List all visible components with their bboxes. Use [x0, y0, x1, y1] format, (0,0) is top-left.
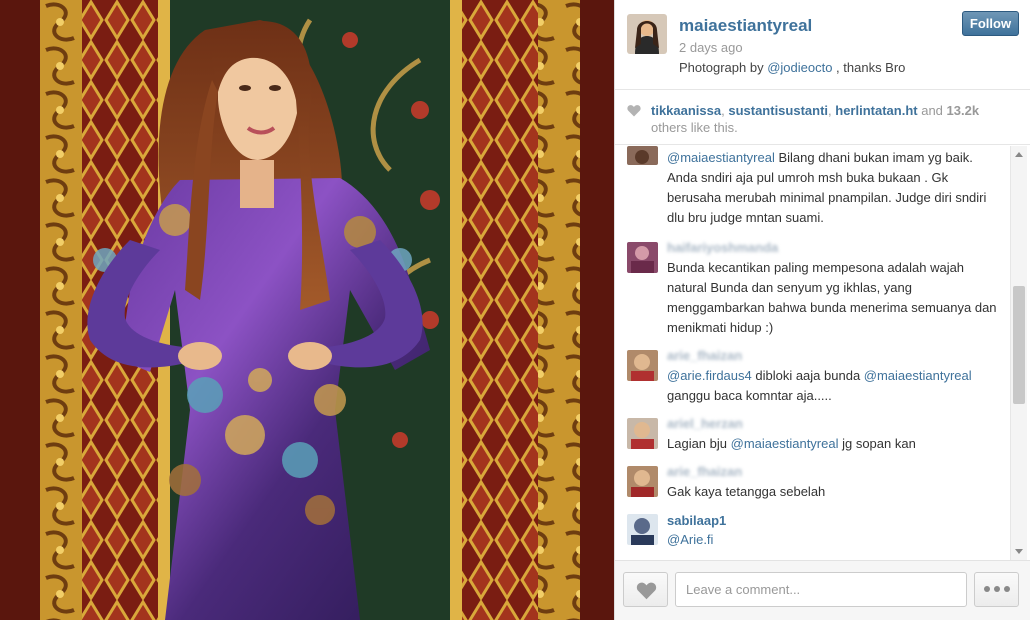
like-button[interactable] — [623, 572, 668, 607]
comment-body: ganggu baca komntar aja..... — [667, 388, 832, 403]
comment-text: Gak kaya tetangga sebelah — [667, 484, 826, 499]
post-timestamp[interactable]: 2 days ago — [679, 40, 743, 55]
post-side-panel: maiaestiantyreal 2 days ago Photograph b… — [614, 0, 1030, 620]
comment-footer — [615, 560, 1030, 620]
follow-button[interactable]: Follow — [962, 11, 1019, 36]
comment-mention-link[interactable]: @maiaestiantyreal — [667, 150, 775, 165]
comments-scrollbar[interactable] — [1010, 146, 1027, 560]
more-options-button[interactable] — [974, 572, 1019, 607]
likes-summary: tikkaanissa, sustantisustanti, herlintat… — [615, 91, 1030, 145]
comment-avatar[interactable] — [627, 350, 658, 381]
heart-icon — [627, 105, 641, 117]
likes-others-text: others like this. — [651, 120, 738, 135]
comment-avatar[interactable] — [627, 146, 658, 165]
comment-text: Bunda kecantikan paling mempesona adalah… — [667, 260, 997, 335]
scrollbar-thumb[interactable] — [1013, 286, 1025, 404]
comment-mention-link[interactable]: @arie.firdaus4 — [667, 368, 752, 383]
comment-mention-link[interactable]: @maiaestiantyreal — [864, 368, 972, 383]
heart-icon — [636, 582, 657, 600]
comment-body: Lagian bju — [667, 436, 731, 451]
likes-line-1: tikkaanissa, sustantisustanti, herlintat… — [651, 103, 979, 118]
post-header: maiaestiantyreal 2 days ago Photograph b… — [615, 0, 1030, 90]
author-username[interactable]: maiaestiantyreal — [679, 16, 812, 36]
comments-list: @maiaestiantyreal Bilang dhani bukan ima… — [615, 146, 1030, 560]
scroll-down-arrow-icon[interactable] — [1015, 549, 1023, 554]
comment-body: dibloki aaja bunda — [751, 368, 864, 383]
comment-text: @maiaestiantyreal Bilang dhani bukan ima… — [667, 148, 1002, 228]
comment-text: @Arie.fi — [667, 530, 1002, 550]
post-caption: Photograph by @jodieocto , thanks Bro — [679, 60, 905, 75]
liker-link[interactable]: tikkaanissa — [651, 103, 721, 118]
comment-username[interactable]: haifariyoshmanda — [667, 240, 778, 255]
comment-avatar[interactable] — [627, 418, 658, 449]
comment-mention-link[interactable]: @Arie.fi — [667, 532, 713, 547]
liker-link[interactable]: sustantisustanti — [728, 103, 828, 118]
caption-suffix: , thanks Bro — [832, 60, 906, 75]
author-avatar[interactable] — [627, 14, 667, 54]
likes-and-text: and — [917, 103, 947, 118]
comment-avatar[interactable] — [627, 514, 658, 545]
post-photo[interactable] — [0, 0, 614, 620]
comment-username[interactable]: arie_fhaizan — [667, 464, 742, 479]
comment-username[interactable]: arie_fhaizan — [667, 348, 742, 363]
ellipsis-icon — [984, 586, 1011, 594]
comment-text: @arie.firdaus4 dibloki aaja bunda @maiae… — [667, 366, 1002, 406]
comment-avatar[interactable] — [627, 466, 658, 497]
comment-avatar[interactable] — [627, 242, 658, 273]
likes-count[interactable]: 13.2k — [947, 103, 980, 118]
comment-input[interactable] — [675, 572, 967, 607]
liker-link[interactable]: herlintatan.ht — [835, 103, 917, 118]
comment-username[interactable]: ariel_herzan — [667, 416, 743, 431]
comment-text: Lagian bju @maiaestiantyreal jg sopan ka… — [667, 434, 1002, 454]
caption-prefix: Photograph by — [679, 60, 768, 75]
comment-mention-link[interactable]: @maiaestiantyreal — [731, 436, 839, 451]
caption-mention-link[interactable]: @jodieocto — [767, 60, 832, 75]
comment-username[interactable]: sabilaap1 — [667, 513, 726, 528]
comment-body: jg sopan kan — [838, 436, 916, 451]
post-photo-image — [0, 0, 614, 620]
scroll-up-arrow-icon[interactable] — [1015, 152, 1023, 157]
